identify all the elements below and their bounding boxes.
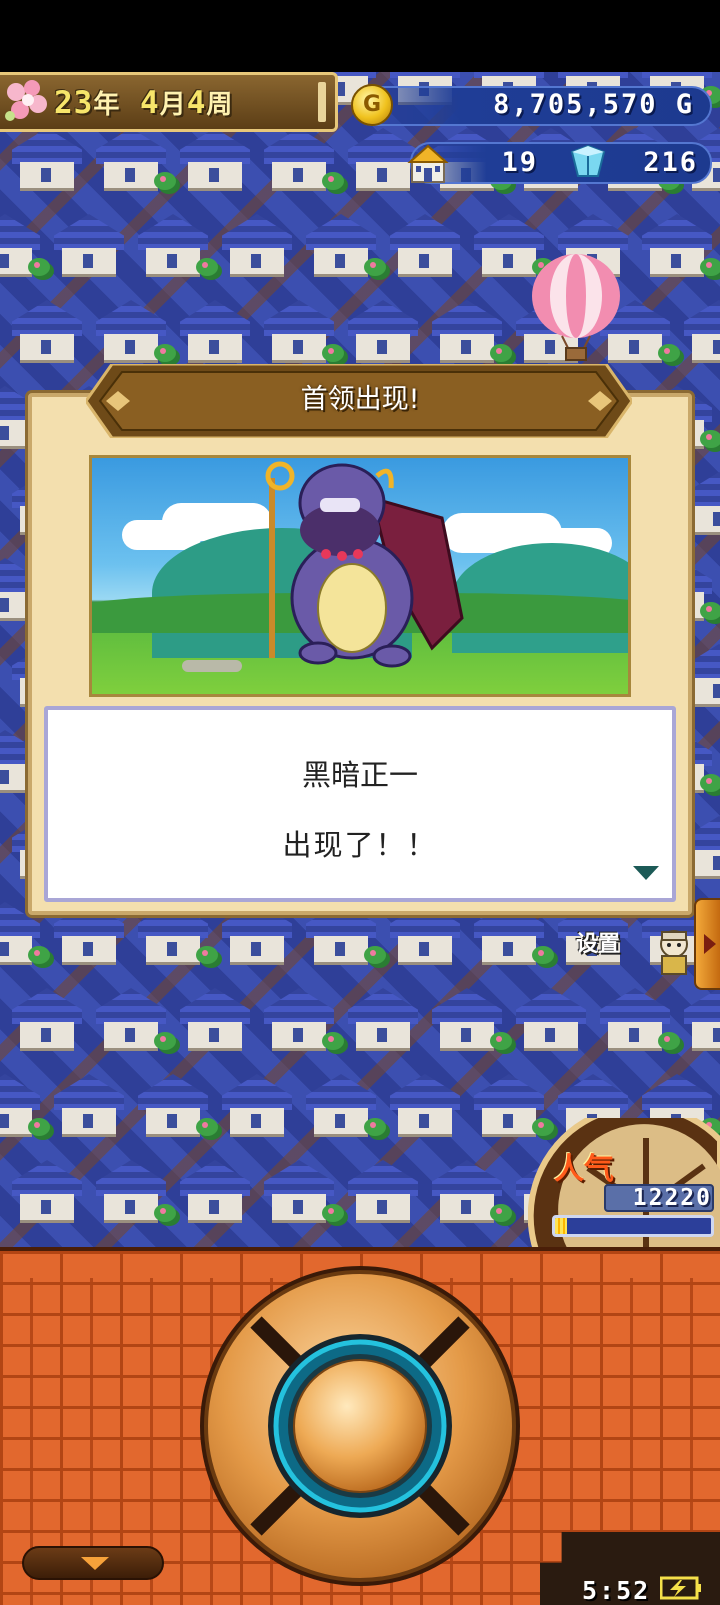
gold-coin-icon: G	[351, 84, 393, 126]
gold-unit: G	[675, 89, 694, 120]
house-icon	[684, 300, 720, 363]
flower-icon	[706, 262, 712, 268]
house-icon	[390, 1074, 460, 1137]
gold-value: 8,705,570	[493, 89, 658, 120]
balloon-icon[interactable]	[528, 252, 624, 362]
house-icon	[54, 1074, 124, 1137]
house-icon	[348, 988, 418, 1051]
crystal-count: 216	[643, 147, 698, 178]
top-status-band	[0, 0, 720, 72]
flower-icon	[160, 348, 166, 354]
month-unit: 月	[159, 90, 187, 120]
house-icon	[12, 300, 82, 363]
flower-icon	[706, 606, 712, 612]
gold-amount: 8,705,570 G	[400, 89, 694, 120]
house-icon	[180, 1160, 250, 1223]
flower-icon	[328, 176, 334, 182]
crystal-icon	[570, 144, 606, 177]
settings-button[interactable]: 设置	[576, 926, 620, 958]
flower-icon	[496, 348, 502, 354]
menu-toggle-button[interactable]	[22, 1546, 164, 1580]
popularity-value: 12220	[632, 1185, 712, 1211]
house-icon	[516, 988, 586, 1051]
flower-icon	[202, 1122, 208, 1128]
flower-icon	[34, 950, 40, 956]
dialog-title: 首领出现!	[300, 384, 420, 415]
flower-icon	[34, 262, 40, 268]
dark-dragon-boss-icon	[265, 461, 464, 668]
flower-icon	[706, 778, 712, 784]
flower-icon	[664, 1036, 670, 1042]
flower-icon	[160, 1036, 166, 1042]
flower-icon	[496, 1208, 502, 1214]
house-icon	[54, 214, 124, 277]
flower-icon	[706, 434, 712, 440]
arrow-right-icon	[704, 934, 716, 954]
side-panel-tab[interactable]	[694, 898, 720, 990]
week-unit: 周	[206, 90, 234, 120]
house-icon	[12, 988, 82, 1051]
message-line-1: 黑暗正一	[301, 758, 418, 792]
date-divider	[318, 82, 326, 122]
date-display: 23年 4月4周	[54, 84, 233, 124]
week-value: 4	[186, 85, 207, 121]
popularity-gauge	[552, 1215, 714, 1237]
popularity-label: 人气	[554, 1152, 614, 1187]
advisor-character-icon[interactable]	[654, 928, 694, 976]
flower-icon	[160, 1208, 166, 1214]
message-box[interactable]	[44, 706, 676, 902]
house-icon	[348, 1160, 418, 1223]
flower-icon	[328, 1036, 334, 1042]
message-line-2: 出现了！！	[282, 828, 438, 862]
population-count: 19	[501, 147, 538, 178]
flower-icon	[370, 1122, 376, 1128]
directional-pad[interactable]	[196, 1262, 524, 1590]
game-clock: 5:52	[582, 1576, 651, 1605]
flower-icon	[370, 262, 376, 268]
house-icon	[12, 128, 82, 191]
cherry-blossom-icon	[5, 80, 47, 121]
year-value: 23	[54, 85, 94, 121]
flower-icon	[202, 950, 208, 956]
house-icon	[12, 1160, 82, 1223]
house-icon	[222, 214, 292, 277]
chevron-down-icon	[81, 1557, 109, 1570]
year-unit: 年	[93, 90, 121, 120]
flower-icon	[34, 1122, 40, 1128]
flower-icon	[538, 950, 544, 956]
flower-icon	[328, 348, 334, 354]
house-icon	[180, 988, 250, 1051]
flower-icon	[202, 262, 208, 268]
popularity-gauge-fill	[555, 1218, 568, 1234]
house-icon	[180, 128, 250, 191]
flower-icon	[664, 348, 670, 354]
house-icon	[684, 988, 720, 1051]
house-icon	[348, 300, 418, 363]
battery-charging-icon	[660, 1576, 701, 1600]
town-icon	[407, 144, 449, 183]
flower-icon	[370, 950, 376, 956]
month-value: 4	[140, 85, 160, 121]
house-icon	[180, 300, 250, 363]
flower-icon	[160, 176, 166, 182]
boss-portrait	[89, 455, 631, 697]
house-icon	[390, 214, 460, 277]
house-icon	[222, 1074, 292, 1137]
flower-icon	[328, 1208, 334, 1214]
flower-icon	[496, 1036, 502, 1042]
next-arrow-icon[interactable]	[633, 866, 659, 880]
